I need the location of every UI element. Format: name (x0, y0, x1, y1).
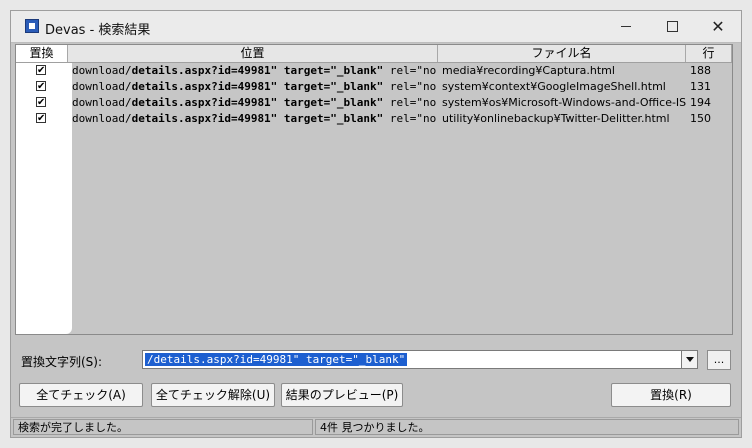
close-button[interactable]: ✕ (695, 11, 741, 42)
position-match: details.aspx?id=49981" target="_blank" (131, 96, 384, 109)
status-count: 4件 見つかりました。 (315, 419, 739, 435)
status-message: 検索が完了しました。 (13, 419, 313, 435)
results-list[interactable]: 置換 位置 ファイル名 行 ✔ download/details.aspx?id=… (15, 44, 733, 335)
position-prefix: download/ (72, 64, 132, 77)
replace-checkbox[interactable]: ✔ (36, 81, 46, 92)
result-rows: ✔ download/details.aspx?id=49981" target=… (16, 63, 732, 127)
position-match: details.aspx?id=49981" target="_blank" (131, 64, 384, 77)
combobox-dropdown-button[interactable] (681, 351, 697, 368)
column-header-filename[interactable]: ファイル名 (438, 45, 686, 62)
column-header-line[interactable]: 行 (686, 45, 732, 62)
status-bar: 検索が完了しました。 4件 見つかりました。 (11, 417, 741, 437)
list-header: 置換 位置 ファイル名 行 (16, 45, 732, 63)
column-header-position[interactable]: 位置 (68, 45, 438, 62)
position-match: details.aspx?id=49981" target="_blank" (131, 80, 384, 93)
position-cell: download/details.aspx?id=49981" target="… (72, 111, 438, 127)
position-match: details.aspx?id=49981" target="_blank" (131, 112, 384, 125)
position-prefix: download/ (72, 96, 132, 109)
position-suffix: rel="no (383, 64, 437, 77)
position-prefix: download/ (72, 112, 132, 125)
line-cell: 188 (690, 64, 711, 77)
uncheck-all-button[interactable]: 全てチェック解除(U) (151, 383, 275, 407)
filename-cell: utility¥onlinebackup¥Twitter-Delitter.ht… (442, 112, 670, 125)
preview-button[interactable]: 結果のプレビュー(P) (281, 383, 403, 407)
position-cell: download/details.aspx?id=49981" target="… (72, 63, 438, 79)
search-results-window: Devas - 検索結果 ✕ 置換 位置 ファイル名 行 ✔ download/d… (10, 10, 742, 438)
filename-cell: system¥os¥Microsoft-Windows-and-Office-I… (442, 96, 686, 109)
maximize-button[interactable] (649, 11, 695, 42)
replace-string-value[interactable]: /details.aspx?id=49981" target="_blank" (145, 353, 408, 366)
line-cell: 131 (690, 80, 711, 93)
browse-button[interactable]: ... (707, 350, 731, 370)
check-all-button[interactable]: 全てチェック(A) (19, 383, 143, 407)
filename-cell: system¥context¥GoogleImageShell.html (442, 80, 666, 93)
title-bar: Devas - 検索結果 ✕ (11, 11, 741, 43)
replace-string-combobox[interactable]: /details.aspx?id=49981" target="_blank" (142, 350, 698, 369)
table-row[interactable]: ✔ download/details.aspx?id=49981" target=… (16, 111, 732, 127)
replace-button[interactable]: 置換(R) (611, 383, 731, 407)
line-cell: 150 (690, 112, 711, 125)
window-title: Devas - 検索結果 (45, 23, 151, 38)
replace-checkbox[interactable]: ✔ (36, 65, 46, 76)
replace-checkbox[interactable]: ✔ (36, 113, 46, 124)
position-cell: download/details.aspx?id=49981" target="… (72, 79, 438, 95)
maximize-icon (666, 21, 678, 32)
table-row[interactable]: ✔ download/details.aspx?id=49981" target=… (16, 63, 732, 79)
table-row[interactable]: ✔ download/details.aspx?id=49981" target=… (16, 95, 732, 111)
line-cell: 194 (690, 96, 711, 109)
position-suffix: rel="no (383, 96, 437, 109)
filename-cell: media¥recording¥Captura.html (442, 64, 615, 77)
chevron-down-icon (685, 357, 694, 362)
close-icon: ✕ (711, 16, 725, 36)
table-row[interactable]: ✔ download/details.aspx?id=49981" target=… (16, 79, 732, 95)
minimize-icon (621, 26, 631, 27)
replace-checkbox[interactable]: ✔ (36, 97, 46, 108)
replace-string-label: 置換文字列(S): (21, 355, 103, 369)
position-suffix: rel="no (383, 80, 437, 93)
position-prefix: download/ (72, 80, 132, 93)
minimize-button[interactable] (603, 11, 649, 42)
app-icon (25, 19, 39, 33)
position-suffix: rel="no (383, 112, 437, 125)
position-cell: download/details.aspx?id=49981" target="… (72, 95, 438, 111)
column-header-replace[interactable]: 置換 (16, 45, 68, 62)
